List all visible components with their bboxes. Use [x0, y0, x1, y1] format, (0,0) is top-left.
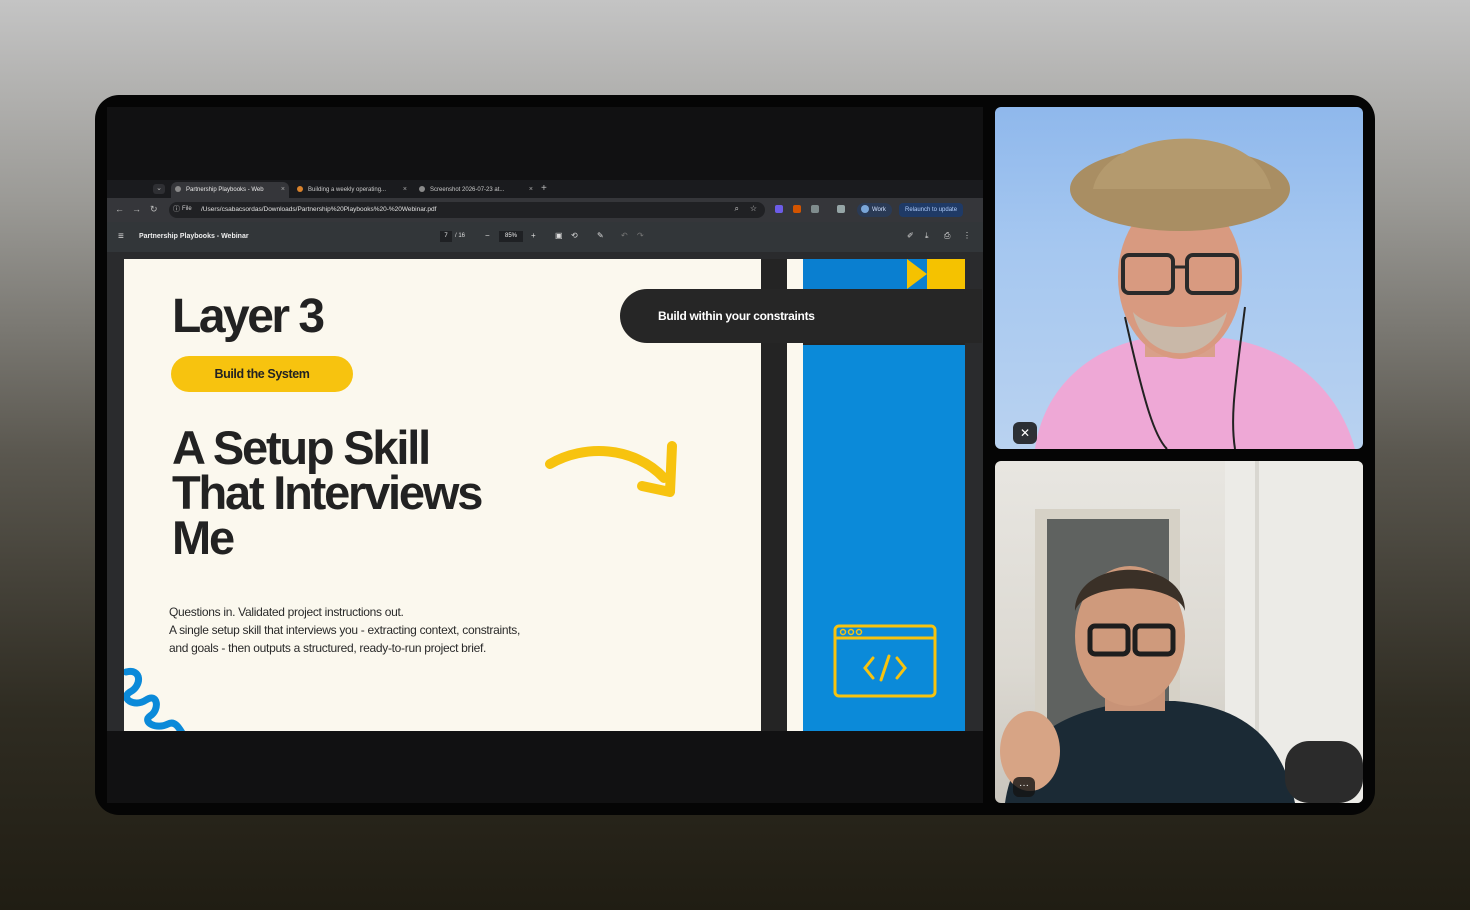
mic-muted-icon[interactable]: ✕: [1013, 422, 1037, 444]
page-number-input[interactable]: 7: [440, 231, 452, 242]
participant-tile-2[interactable]: ···: [995, 461, 1363, 803]
profile-chip[interactable]: Work: [857, 203, 892, 217]
extension-icon[interactable]: [793, 205, 801, 213]
download-icon[interactable]: ⤓: [925, 231, 929, 241]
new-tab-button[interactable]: +: [541, 183, 547, 194]
zoom-out-icon[interactable]: −: [485, 231, 490, 240]
tab-close-icon[interactable]: ×: [529, 182, 533, 198]
zoom-input[interactable]: 85%: [499, 231, 523, 242]
slide-pill: Build within your constraints: [620, 289, 982, 343]
screen-share: ⌄ Partnership Playbooks - Web × Building…: [107, 107, 983, 803]
tab-partnership-playbooks[interactable]: Partnership Playbooks - Web ×: [171, 182, 289, 198]
redo-icon[interactable]: ↷: [637, 231, 644, 240]
pdf-viewport: Layer 3 Build the System A Setup Skill T…: [107, 252, 983, 731]
cast-icon[interactable]: [837, 205, 845, 213]
meeting-window: ⌄ Partnership Playbooks - Web × Building…: [95, 95, 1375, 815]
avatar: [861, 205, 869, 214]
profile-label: Work: [872, 207, 886, 213]
participant-video-1: [1035, 138, 1355, 449]
tab-search-icon[interactable]: ⌄: [153, 184, 165, 194]
info-icon[interactable]: ⓘ: [173, 204, 180, 214]
address-toolbar: ← → ↻ ⓘ File /Users/csabacsordas/Downloa…: [107, 198, 983, 222]
fit-page-icon[interactable]: ▣: [555, 231, 563, 240]
pdf-toolbar: ≡ Partnership Playbooks - Webinar 7 / 16…: [107, 222, 983, 252]
back-icon[interactable]: ←: [115, 204, 124, 214]
yellow-band: [927, 259, 965, 289]
reload-icon[interactable]: ↻: [150, 204, 158, 215]
tab-favicon-icon: [175, 186, 181, 193]
tab-weekly-operating[interactable]: Building a weekly operating... ×: [293, 182, 411, 198]
slide-layer-badge: Build the System: [171, 356, 353, 392]
tab-label: Partnership Playbooks - Web: [186, 187, 264, 193]
body-line: Questions in. Validated project instruct…: [169, 605, 404, 619]
headline-line: Me: [172, 511, 235, 564]
share-letterbox: [107, 731, 983, 803]
menu-icon[interactable]: ≡: [118, 231, 124, 242]
pdf-title: Partnership Playbooks - Webinar: [139, 233, 249, 240]
print-icon[interactable]: ⎙: [944, 231, 950, 241]
body-line: A single setup skill that interviews you…: [169, 623, 521, 637]
chevron-right-icon: [907, 259, 927, 289]
draw-icon[interactable]: ✐: [907, 231, 914, 240]
tab-favicon-icon: [419, 186, 425, 193]
tab-label: Building a weekly operating...: [308, 187, 387, 193]
headline-line: That Interviews: [172, 466, 483, 519]
slide-body: Questions in. Validated project instruct…: [169, 603, 559, 657]
slide-layer-title: Layer 3: [172, 290, 325, 343]
extension-icon[interactable]: [775, 205, 783, 213]
tab-strip: ⌄ Partnership Playbooks - Web × Building…: [107, 180, 983, 198]
rotate-icon[interactable]: ⟲: [571, 231, 578, 240]
participant-video-2: [1000, 461, 1363, 803]
bookmark-star-icon[interactable]: ☆: [750, 204, 757, 213]
squiggle-icon: [124, 667, 186, 731]
tab-label: Screenshot 2026-07-23 at...: [430, 187, 505, 193]
relaunch-button[interactable]: Relaunch to update: [899, 203, 964, 217]
more-options-icon[interactable]: ···: [1013, 777, 1035, 797]
participant-tile-1[interactable]: ✕: [995, 107, 1363, 449]
tab-close-icon[interactable]: ×: [403, 182, 407, 198]
slide-headline: A Setup Skill That Interviews Me: [172, 421, 592, 564]
extensions-puzzle-icon[interactable]: [811, 205, 819, 213]
annotate-icon[interactable]: ✎: [597, 231, 604, 240]
body-line: and goals - then outputs a structured, r…: [169, 641, 487, 655]
page-total: / 16: [455, 233, 466, 239]
zoom-in-icon[interactable]: +: [531, 231, 536, 240]
tab-close-icon[interactable]: ×: [281, 182, 285, 198]
more-vert-icon[interactable]: ⋮: [963, 231, 971, 240]
shared-browser-window: ⌄ Partnership Playbooks - Web × Building…: [107, 180, 983, 731]
address-bar[interactable]: ⓘ File /Users/csabacsordas/Downloads/Par…: [169, 202, 765, 218]
undo-icon[interactable]: ↶: [621, 231, 628, 240]
code-window-icon: [833, 624, 937, 698]
url-scheme: File: [182, 206, 192, 212]
headline-line: A Setup Skill: [172, 421, 431, 474]
url-text[interactable]: /Users/csabacsordas/Downloads/Partnershi…: [201, 206, 436, 213]
zoom-icon[interactable]: ⌕: [735, 204, 739, 214]
tab-screenshot[interactable]: Screenshot 2026-07-23 at... ×: [415, 182, 537, 198]
blue-header-band: [803, 259, 965, 289]
forward-icon[interactable]: →: [132, 204, 141, 214]
tab-favicon-icon: [297, 186, 303, 193]
arrow-icon: [545, 441, 677, 497]
